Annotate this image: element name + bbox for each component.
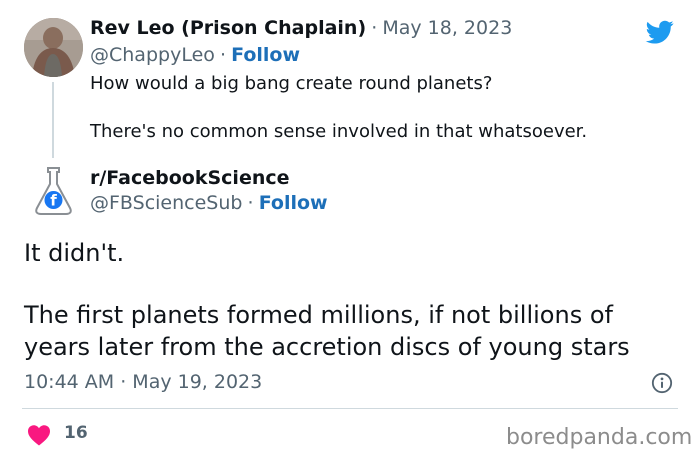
info-icon[interactable] (651, 372, 673, 394)
separator: · (219, 44, 227, 66)
like-count: 16 (64, 423, 88, 443)
twitter-bird-icon[interactable] (644, 18, 676, 46)
svg-text:f: f (50, 192, 57, 210)
thread-connector (52, 82, 54, 158)
avatar-chappyleo[interactable] (24, 18, 83, 77)
separator: · (247, 192, 254, 214)
reply-author-handle[interactable]: @FBScienceSub (90, 192, 242, 214)
heart-icon[interactable] (26, 424, 52, 446)
separator: · (371, 17, 378, 39)
reply-paragraph: The first planets formed millions, if no… (24, 301, 630, 361)
reply-author-name[interactable]: r/FacebookScience (90, 167, 290, 189)
avatar-fbsciencesub[interactable]: f (24, 160, 83, 219)
reply-follow-button[interactable]: Follow (259, 192, 328, 214)
original-tweet-text: How would a big bang create round planet… (90, 72, 680, 144)
follow-button[interactable]: Follow (231, 44, 300, 66)
author-name[interactable]: Rev Leo (Prison Chaplain) (90, 17, 366, 39)
reply-tweet-text: It didn't. The first planets formed mill… (24, 237, 684, 363)
tweet-paragraph: How would a big bang create round planet… (90, 73, 493, 94)
author-handle[interactable]: @ChappyLeo (90, 44, 215, 66)
divider (22, 408, 678, 409)
reply-paragraph: It didn't. (24, 239, 125, 267)
tweet-paragraph: There's no common sense involved in that… (90, 121, 588, 142)
reply-timestamp[interactable]: 10:44 AM · May 19, 2023 (24, 371, 262, 393)
watermark: boredpanda.com (506, 425, 693, 450)
tweet-date[interactable]: May 18, 2023 (382, 17, 512, 39)
